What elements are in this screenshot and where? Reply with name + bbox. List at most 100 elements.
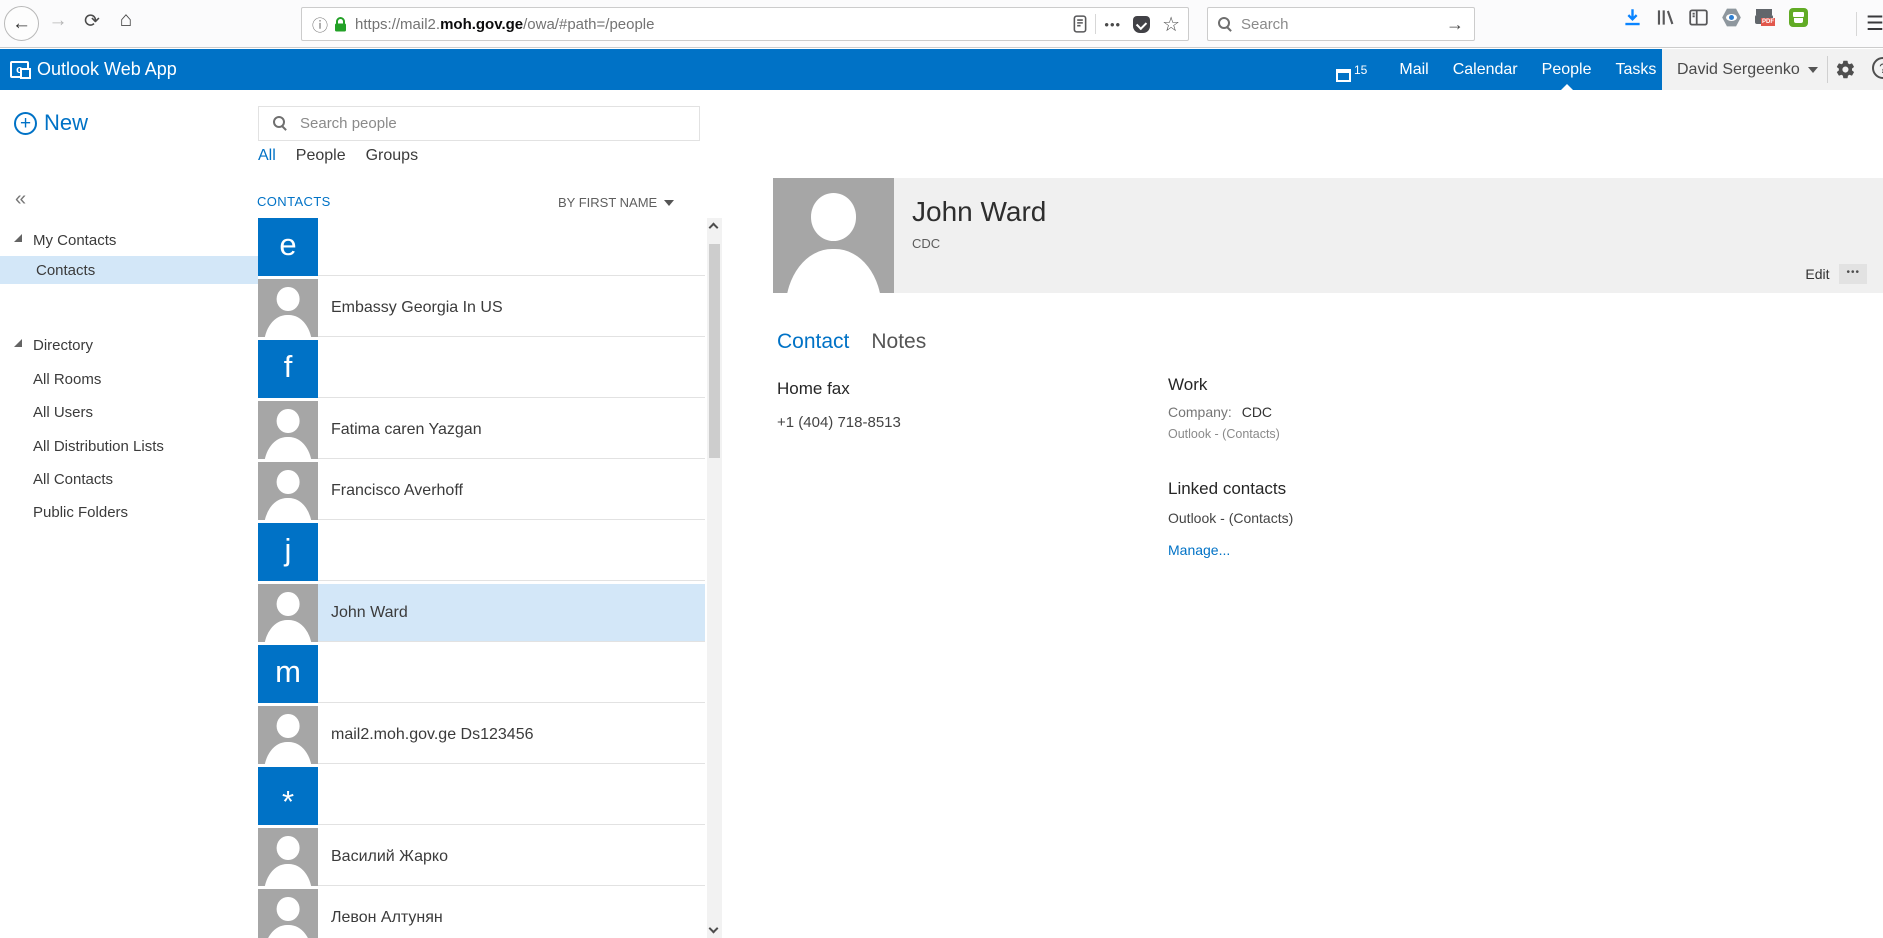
contact-row[interactable]: Левон Алтунян xyxy=(258,889,705,938)
contact-name: John Ward xyxy=(912,196,1046,228)
expander-icon[interactable] xyxy=(14,339,22,347)
sidebar-item-all-rooms[interactable]: All Rooms xyxy=(0,365,258,393)
library-icon[interactable] xyxy=(1656,8,1675,27)
letter-separator: * xyxy=(258,767,705,825)
browser-toolbar: ← → ⟳ ⌂ ⓘ https://mail2.moh.gov.ge/owa/#… xyxy=(0,0,1883,48)
url-text: https://mail2.moh.gov.ge/owa/#path=/peop… xyxy=(355,16,1073,33)
contact-row[interactable]: Василий Жарко xyxy=(258,828,705,886)
person-icon xyxy=(258,279,318,337)
contact-row-selected[interactable]: John Ward xyxy=(258,584,705,642)
letter-separator: f xyxy=(258,340,705,398)
manage-link[interactable]: Manage... xyxy=(1168,542,1293,558)
contact-header-band: John Ward CDC Edit ••• xyxy=(773,178,1883,293)
nav-mail[interactable]: Mail xyxy=(1399,49,1428,90)
page-info-icon[interactable]: ⓘ xyxy=(312,12,328,36)
expander-icon[interactable] xyxy=(14,234,22,242)
owa-logo-icon: o xyxy=(10,61,29,78)
app-title: Outlook Web App xyxy=(37,59,177,80)
sidebar-group-directory[interactable]: Directory xyxy=(0,331,258,359)
home-fax-section: Home fax +1 (404) 718-8513 xyxy=(777,379,901,431)
tab-people[interactable]: People xyxy=(296,147,346,165)
sidebar-item-public-folders[interactable]: Public Folders xyxy=(0,498,258,526)
contact-avatar xyxy=(258,401,318,459)
scroll-up-icon[interactable] xyxy=(709,223,719,233)
contact-company: CDC xyxy=(912,236,940,251)
contacts-list-header: CONTACTS xyxy=(257,194,331,209)
scrollbar-thumb[interactable] xyxy=(709,244,720,458)
help-icon[interactable]: ? xyxy=(1872,57,1883,79)
edit-button[interactable]: Edit xyxy=(1805,266,1829,282)
sidebar-item-contacts[interactable]: Contacts xyxy=(0,256,258,284)
person-icon xyxy=(258,828,318,886)
green-print-extension-icon[interactable] xyxy=(1789,8,1808,27)
pdf-badge: PDF xyxy=(1761,18,1775,26)
sidebars-icon[interactable] xyxy=(1689,9,1708,26)
sidebar-group-my-contacts[interactable]: My Contacts xyxy=(0,226,258,254)
calendar-icon xyxy=(1336,69,1351,82)
forward-button[interactable]: → xyxy=(44,10,72,32)
list-scrollbar[interactable] xyxy=(707,218,722,938)
user-menu[interactable]: David Sergeenko xyxy=(1677,61,1800,79)
sidebar-item-all-distribution-lists[interactable]: All Distribution Lists xyxy=(0,432,258,460)
download-icon[interactable] xyxy=(1623,8,1642,27)
home-fax-value: +1 (404) 718-8513 xyxy=(777,414,901,431)
reader-mode-icon[interactable] xyxy=(1073,15,1087,33)
letter-separator: j xyxy=(258,523,705,581)
contact-avatar xyxy=(258,889,318,938)
settings-gear-icon[interactable] xyxy=(1835,59,1856,85)
sort-by-dropdown[interactable]: BY FIRST NAME xyxy=(558,195,683,210)
contact-row[interactable]: Fatima caren Yazgan xyxy=(258,401,705,459)
more-actions-button[interactable]: ••• xyxy=(1839,264,1867,284)
back-button[interactable]: ← xyxy=(4,6,39,41)
divider xyxy=(1827,56,1828,83)
contact-row[interactable]: Francisco Averhoff xyxy=(258,462,705,520)
new-contact-button[interactable]: + New xyxy=(14,110,88,136)
reload-button[interactable]: ⟳ xyxy=(78,10,106,33)
browser-search-input[interactable] xyxy=(1241,16,1446,33)
page-actions-icon[interactable]: ••• xyxy=(1104,17,1121,32)
nav-calendar[interactable]: Calendar xyxy=(1453,49,1518,90)
person-icon xyxy=(258,401,318,459)
contact-avatar xyxy=(258,279,318,337)
tab-groups[interactable]: Groups xyxy=(366,147,418,165)
tab-notes[interactable]: Notes xyxy=(871,330,926,354)
nav-people[interactable]: People xyxy=(1542,49,1592,90)
tab-contact[interactable]: Contact xyxy=(777,330,849,354)
contact-row[interactable]: Embassy Georgia In US xyxy=(258,279,705,337)
linked-contacts-label: Linked contacts xyxy=(1168,479,1293,499)
divider xyxy=(1095,14,1096,34)
person-icon xyxy=(773,178,894,293)
person-icon xyxy=(258,584,318,642)
owa-brand: o Outlook Web App xyxy=(10,49,177,90)
print-pdf-extension-icon[interactable]: PDF xyxy=(1755,9,1775,27)
tab-all[interactable]: All xyxy=(258,147,276,165)
contact-row[interactable]: mail2.moh.gov.ge Ds123456 xyxy=(258,706,705,764)
calendar-reminder-button[interactable]: 15 xyxy=(1336,57,1367,82)
collapse-pane-icon[interactable]: « xyxy=(15,188,26,211)
back-icon: ← xyxy=(12,13,31,35)
work-source: Outlook - (Contacts) xyxy=(1168,427,1280,441)
nav-tasks[interactable]: Tasks xyxy=(1615,49,1656,90)
sidebar-item-all-users[interactable]: All Users xyxy=(0,398,258,426)
sidebar-item-all-contacts[interactable]: All Contacts xyxy=(0,465,258,493)
pocket-icon[interactable] xyxy=(1133,16,1150,33)
eye-extension-icon[interactable] xyxy=(1722,8,1741,27)
scroll-down-icon[interactable] xyxy=(709,924,719,934)
search-people-box[interactable] xyxy=(258,106,700,141)
bookmark-star-icon[interactable]: ☆ xyxy=(1162,12,1180,37)
contact-avatar xyxy=(258,462,318,520)
contact-avatar xyxy=(258,828,318,886)
browser-search-bar[interactable]: → xyxy=(1207,7,1475,41)
https-lock-icon xyxy=(334,16,347,33)
search-icon xyxy=(1218,17,1233,32)
company-label: Company: xyxy=(1168,404,1232,420)
search-people-input[interactable] xyxy=(300,115,685,132)
contacts-list: e Embassy Georgia In US f Fatima caren Y… xyxy=(258,218,705,938)
home-button[interactable]: ⌂ xyxy=(112,8,140,32)
plus-icon: + xyxy=(14,112,37,135)
letter-separator: e xyxy=(258,218,705,276)
hamburger-menu-icon[interactable]: ☰ xyxy=(1866,11,1883,36)
search-go-icon[interactable]: → xyxy=(1446,14,1464,35)
screen: { "browser": { "url": { "scheme_prefix":… xyxy=(0,0,1883,938)
url-bar[interactable]: ⓘ https://mail2.moh.gov.ge/owa/#path=/pe… xyxy=(301,7,1189,41)
